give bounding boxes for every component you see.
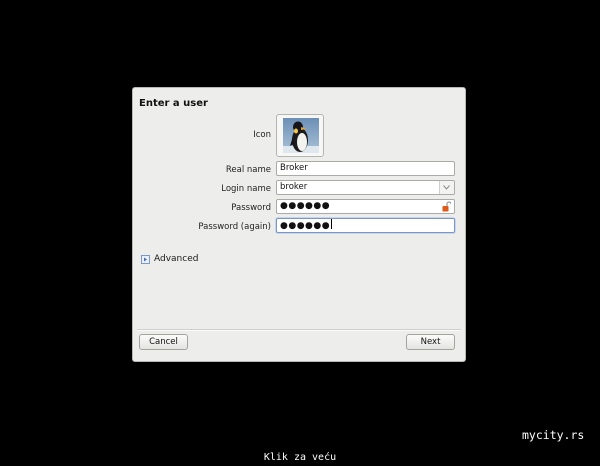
password-again-label: Password (again) — [198, 222, 271, 232]
penguin-icon — [283, 118, 319, 153]
real-name-field[interactable]: Broker — [276, 161, 455, 176]
login-name-combo[interactable]: broker — [276, 180, 455, 195]
chevron-down-icon — [443, 185, 450, 190]
expander-arrow-icon — [141, 254, 150, 264]
unlocked-padlock-icon — [442, 201, 451, 212]
button-separator — [137, 329, 461, 331]
advanced-label: Advanced — [154, 254, 199, 264]
login-name-value: broker — [280, 182, 308, 192]
login-name-label: Login name — [221, 184, 271, 194]
advanced-expander[interactable]: Advanced — [141, 253, 198, 265]
password-value: ●●●●●● — [280, 201, 331, 211]
cancel-button[interactable]: Cancel — [139, 334, 188, 350]
next-button[interactable]: Next — [406, 334, 455, 350]
password-field[interactable]: ●●●●●● — [276, 199, 455, 214]
combo-dropdown-button[interactable] — [439, 181, 454, 194]
dialog-title: Enter a user — [139, 98, 208, 109]
site-watermark: mycity.rs — [522, 428, 585, 442]
avatar-button[interactable] — [276, 114, 324, 157]
password-again-value: ●●●●●● — [280, 221, 331, 231]
icon-label: Icon — [253, 130, 271, 140]
user-dialog: Enter a user Icon Real name Broker Login… — [132, 87, 466, 362]
enlarge-link[interactable]: Klik za veću — [0, 452, 600, 463]
password-label: Password — [231, 203, 271, 213]
text-cursor — [331, 219, 333, 229]
password-again-field[interactable]: ●●●●●● — [276, 218, 455, 233]
real-name-label: Real name — [225, 165, 271, 175]
